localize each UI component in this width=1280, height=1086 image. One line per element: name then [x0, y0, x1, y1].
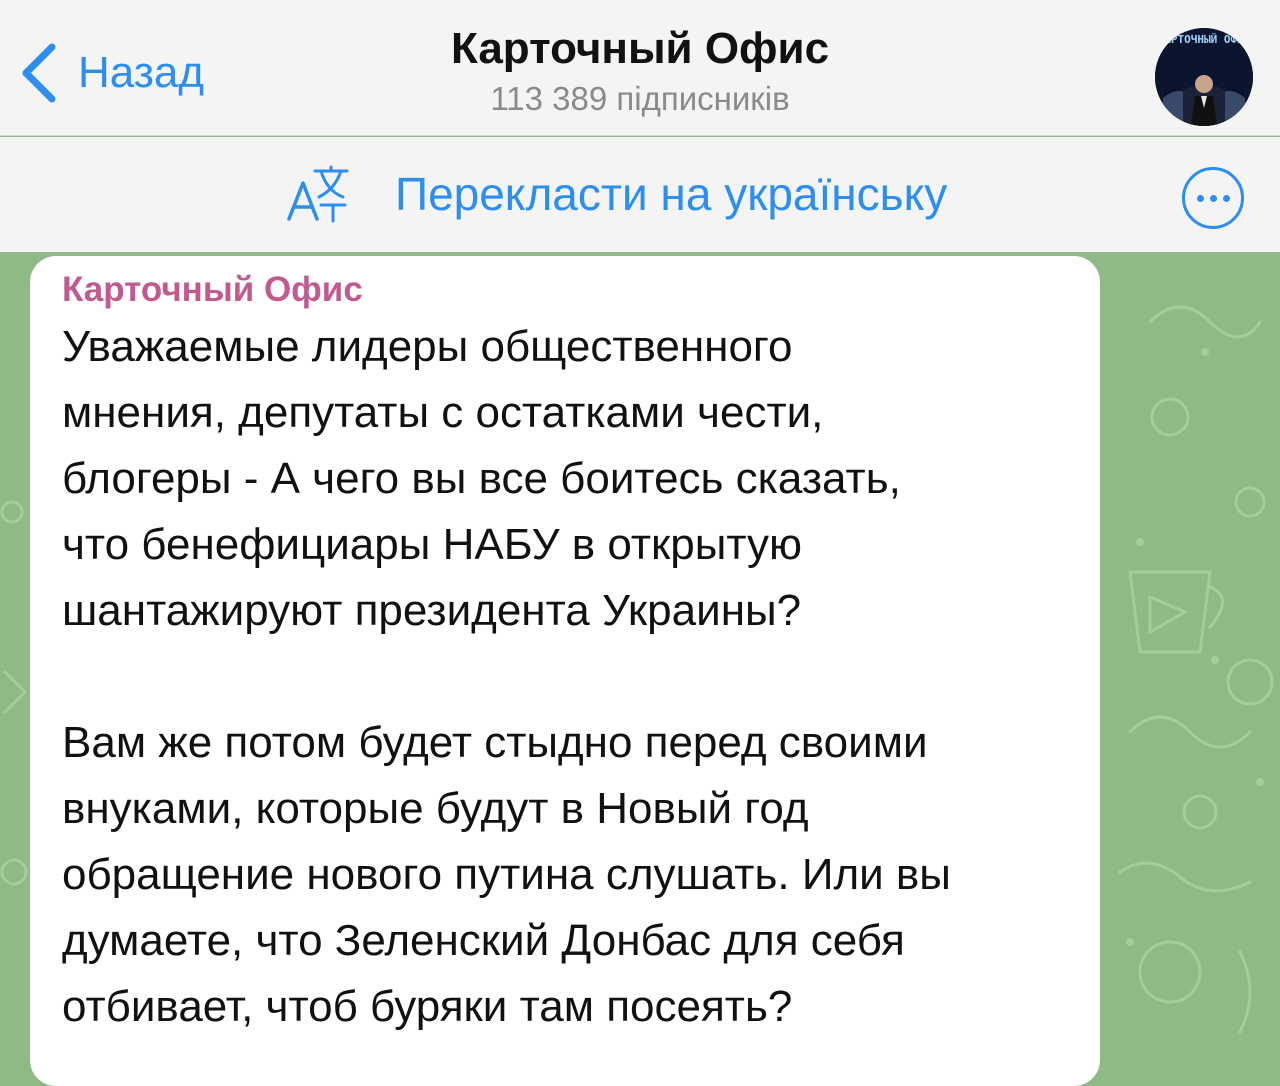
message-paragraph-2: Вам же потом будет стыдно перед своими в… [62, 718, 951, 1031]
message-bubble[interactable]: Карточный Офис Уважаемые лидеры обществе… [30, 256, 1100, 1086]
more-dot-icon [1209, 194, 1217, 202]
channel-title: Карточный Офис [450, 24, 830, 73]
translate-icon [287, 165, 349, 223]
back-label: Назад [78, 48, 205, 97]
message-paragraph-1: Уважаемые лидеры общественного мнения, д… [62, 322, 901, 635]
channel-avatar[interactable]: КАРТОЧНЫЙ ОФИС [1155, 28, 1253, 126]
channel-info[interactable]: Карточный Офис 113 389 підписників [330, 24, 950, 118]
translate-label: Перекласти на українську [395, 168, 948, 220]
more-dot-icon [1196, 194, 1204, 202]
nav-header: Назад Карточный Офис 113 389 підписників… [0, 0, 1280, 136]
chevron-left-icon [22, 43, 56, 103]
translate-bar: Перекласти на українську [0, 137, 1280, 252]
subscriber-count: 113 389 підписників [490, 80, 790, 117]
avatar-logo-text: КАРТОЧНЫЙ ОФИС [1157, 33, 1251, 46]
more-dot-icon [1222, 194, 1230, 202]
message-sender: Карточный Офис [62, 270, 363, 309]
more-options-button[interactable] [1182, 167, 1244, 229]
translate-button[interactable]: Перекласти на українську [285, 165, 947, 223]
back-button[interactable]: Назад [18, 38, 204, 108]
